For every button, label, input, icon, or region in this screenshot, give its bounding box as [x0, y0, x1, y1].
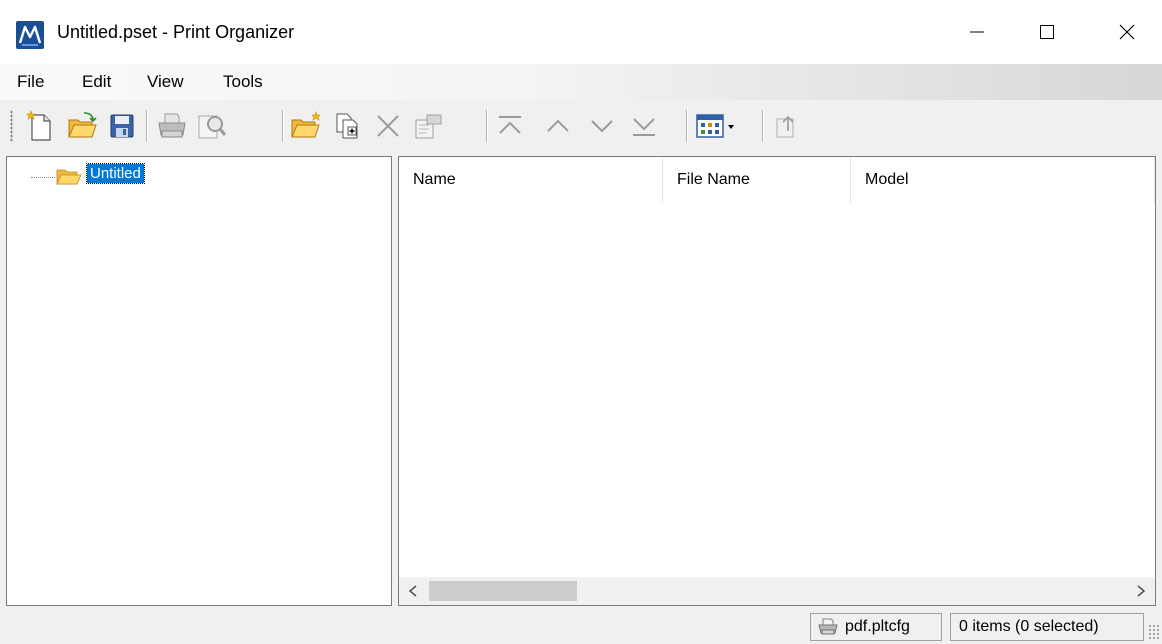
- menu-file[interactable]: File: [17, 72, 44, 92]
- minimize-icon: [970, 31, 984, 33]
- chevron-left-icon: [408, 585, 417, 597]
- close-button[interactable]: [1092, 0, 1162, 64]
- toolbar: [0, 100, 1162, 154]
- new-button[interactable]: [22, 108, 58, 144]
- printer-config-text: pdf.pltcfg: [845, 618, 910, 635]
- properties-button[interactable]: [410, 108, 446, 144]
- menu-bar: File Edit View Tools: [0, 64, 1162, 100]
- app-logo-icon: [16, 21, 44, 49]
- toolbar-separator: [146, 110, 147, 142]
- preview-icon: [198, 115, 227, 139]
- properties-icon: [415, 114, 442, 139]
- move-down-button[interactable]: [584, 108, 620, 144]
- status-bar: pdf.pltcfg 0 items (0 selected): [0, 610, 1162, 644]
- chevron-right-icon: [1137, 585, 1146, 597]
- print-organizer-window: Untitled.pset - Print Organizer File Edi…: [0, 0, 1162, 644]
- print-button[interactable]: [154, 108, 190, 144]
- export-icon: [776, 115, 794, 138]
- save-button[interactable]: [104, 108, 140, 144]
- status-items-count: 0 items (0 selected): [950, 613, 1144, 641]
- status-printer-config: pdf.pltcfg: [810, 613, 942, 641]
- tree-pane[interactable]: Untitled: [6, 156, 392, 606]
- new-folder-icon: [291, 111, 321, 138]
- preview-button[interactable]: [194, 108, 230, 144]
- delete-button[interactable]: [370, 108, 406, 144]
- print-icon: [158, 113, 186, 138]
- menu-view[interactable]: View: [147, 72, 184, 92]
- column-header-model[interactable]: Model: [851, 157, 1155, 203]
- add-files-button[interactable]: [330, 108, 366, 144]
- column-header-file-name[interactable]: File Name: [663, 157, 851, 203]
- folder-icon: [55, 166, 83, 193]
- toolbar-separator: [762, 110, 763, 142]
- menu-edit[interactable]: Edit: [82, 72, 111, 92]
- move-up-icon: [547, 119, 569, 132]
- move-top-button[interactable]: [492, 108, 528, 144]
- toolbar-separator: [486, 110, 487, 142]
- move-top-icon: [499, 116, 521, 134]
- close-icon: [1119, 24, 1135, 40]
- toolbar-separator: [686, 110, 687, 142]
- column-header-name[interactable]: Name: [399, 157, 663, 203]
- list-pane[interactable]: Name File Name Model: [398, 156, 1156, 606]
- title-bar[interactable]: Untitled.pset - Print Organizer: [0, 0, 1162, 64]
- window-title: Untitled.pset - Print Organizer: [57, 22, 295, 42]
- open-folder-icon: [68, 112, 97, 138]
- save-icon: [110, 114, 134, 138]
- printer-icon: [818, 618, 838, 635]
- scroll-thumb[interactable]: [429, 581, 577, 601]
- tree-item-untitled[interactable]: Untitled: [86, 163, 145, 184]
- view-options-icon: [696, 114, 734, 138]
- toolbar-separator: [282, 110, 283, 142]
- scroll-right-button[interactable]: [1127, 577, 1155, 605]
- move-bottom-icon: [633, 118, 655, 136]
- new-folder-button[interactable]: [288, 108, 324, 144]
- horizontal-scrollbar[interactable]: [399, 577, 1155, 605]
- scroll-left-button[interactable]: [399, 577, 427, 605]
- delete-icon: [377, 115, 399, 137]
- minimize-button[interactable]: [942, 0, 1012, 64]
- resize-grip[interactable]: [1148, 624, 1160, 640]
- add-files-icon: [336, 113, 358, 139]
- new-document-icon: [26, 110, 51, 141]
- maximize-button[interactable]: [1012, 0, 1082, 64]
- toolbar-grip[interactable]: [10, 110, 13, 142]
- menu-tools[interactable]: Tools: [223, 72, 263, 92]
- open-button[interactable]: [64, 108, 100, 144]
- maximize-icon: [1040, 25, 1054, 39]
- move-down-icon: [591, 120, 613, 133]
- move-bottom-button[interactable]: [626, 108, 662, 144]
- move-up-button[interactable]: [540, 108, 576, 144]
- tree-connector: [31, 177, 55, 178]
- export-button[interactable]: [768, 108, 804, 144]
- view-options-button[interactable]: [692, 108, 744, 144]
